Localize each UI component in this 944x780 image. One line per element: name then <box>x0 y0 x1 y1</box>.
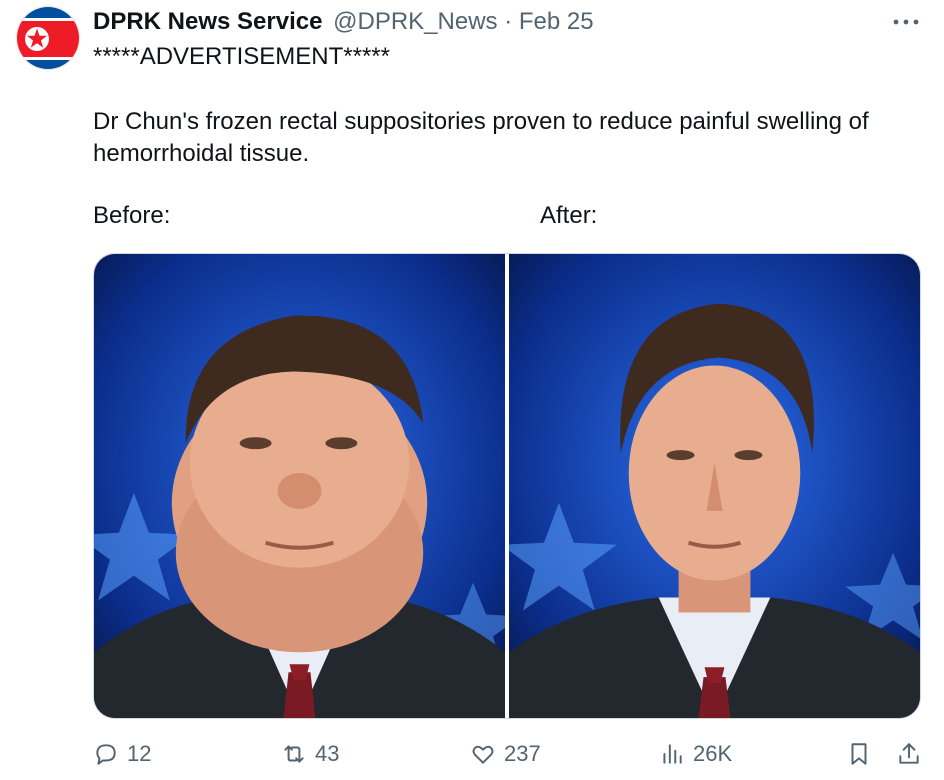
reply-icon <box>96 744 116 765</box>
author-name[interactable]: DPRK News Service <box>93 8 322 35</box>
media-grid <box>93 253 921 719</box>
after-photo[interactable] <box>509 254 920 718</box>
repost-button[interactable]: 43 <box>281 736 339 772</box>
bookmark-button[interactable] <box>846 736 872 772</box>
heart-icon <box>472 745 494 764</box>
tweet-actions: 12 43 237 26K <box>0 736 944 772</box>
tweet-date[interactable]: Feb 25 <box>519 8 594 35</box>
after-label: After: <box>540 202 598 229</box>
more-button[interactable] <box>888 6 924 38</box>
more-icon <box>893 19 919 25</box>
tweet-line-body-2: hemorrhoidal tissue. <box>93 140 310 167</box>
like-button[interactable]: 237 <box>470 736 541 772</box>
bookmark-icon <box>851 743 867 765</box>
before-photo[interactable] <box>94 254 505 718</box>
reply-count: 12 <box>127 741 152 766</box>
reply-button[interactable]: 12 <box>93 736 151 772</box>
views-icon <box>663 744 682 764</box>
tweet-line-body: Dr Chun's frozen rectal suppositories pr… <box>93 108 869 135</box>
views-button[interactable]: 26K <box>659 736 732 772</box>
views-count: 26K <box>693 741 733 766</box>
author-handle[interactable]: @DPRK_News <box>333 8 497 35</box>
before-label: Before: <box>93 202 171 229</box>
tweet-line-advertisement: *****ADVERTISEMENT***** <box>93 43 390 70</box>
share-button[interactable] <box>896 736 922 772</box>
repost-count: 43 <box>315 741 340 766</box>
repost-icon <box>284 745 304 763</box>
north-korea-flag-icon <box>17 7 79 69</box>
tweet-header: DPRK News Service @DPRK_News · Feb 25 <box>93 8 594 36</box>
like-count: 237 <box>504 741 541 766</box>
avatar[interactable] <box>16 6 80 70</box>
share-icon <box>899 743 919 764</box>
separator-dot: · <box>504 8 513 35</box>
